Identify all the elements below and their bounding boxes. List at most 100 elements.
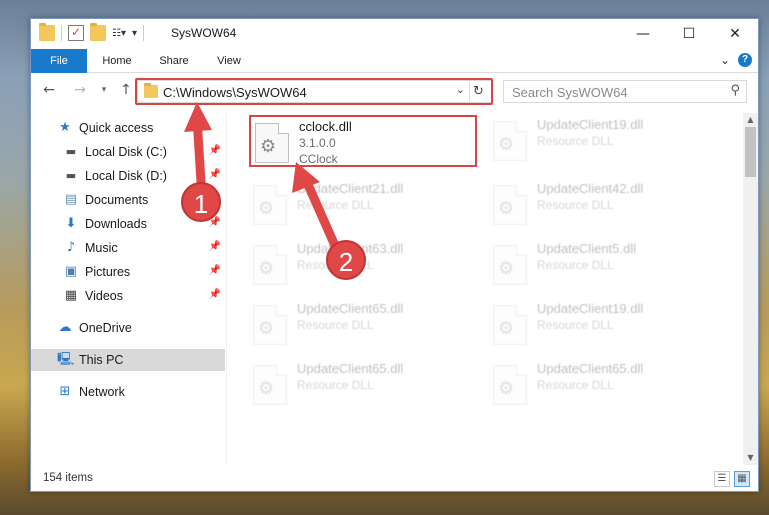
gear-icon: ⚙ xyxy=(498,258,515,279)
pin-icon[interactable]: 📌 xyxy=(209,145,221,156)
maximize-button[interactable]: ☐ xyxy=(666,19,712,49)
back-button[interactable]: ← xyxy=(40,81,58,99)
window-controls: — ☐ ✕ xyxy=(620,19,758,49)
details-view-icon[interactable]: ☰ xyxy=(714,471,730,487)
search-icon[interactable]: ⚲ xyxy=(730,83,740,98)
pin-icon[interactable]: 📌 xyxy=(209,265,221,276)
dll-file-icon: ⚙ xyxy=(493,245,527,285)
pin-icon[interactable]: 📌 xyxy=(209,169,221,180)
scroll-up-icon[interactable]: ▲ xyxy=(743,113,758,127)
vertical-scrollbar[interactable]: ▲ ▼ xyxy=(743,113,758,465)
sidebar-item-label: Music xyxy=(85,241,118,255)
status-bar: 154 items ☰ ▦ xyxy=(31,467,758,491)
dll-file-icon: ⚙ xyxy=(253,185,287,225)
divider xyxy=(143,25,145,41)
gear-icon: ⚙ xyxy=(498,378,515,399)
gear-icon: ⚙ xyxy=(258,378,275,399)
navigation-pane: ★ Quick access ▬ Local Disk (C:) 📌 ▬ Loc… xyxy=(31,113,225,465)
expand-ribbon-icon[interactable]: ⌄ xyxy=(720,53,730,67)
new-folder-icon[interactable] xyxy=(90,23,106,41)
gear-icon: ⚙ xyxy=(498,134,515,155)
up-button[interactable]: ↑ xyxy=(117,81,135,99)
tab-share[interactable]: Share xyxy=(152,49,196,73)
dll-file-icon: ⚙ xyxy=(493,121,527,161)
search-input[interactable] xyxy=(512,82,722,102)
gear-icon: ⚙ xyxy=(258,318,275,339)
close-button[interactable]: ✕ xyxy=(712,19,758,49)
dll-file-icon: ⚙ xyxy=(253,365,287,405)
file-item[interactable]: ⚙ UpdateClient65.dll Resource DLL xyxy=(249,299,477,351)
file-item[interactable]: ⚙ UpdateClient21.dll Resource DLL xyxy=(249,179,477,231)
sidebar-item-music[interactable]: ♪ Music 📌 xyxy=(31,237,225,259)
dll-file-icon: ⚙ xyxy=(255,123,289,163)
sidebar-item-network[interactable]: ⊞ Network xyxy=(31,381,225,403)
folder-icon[interactable] xyxy=(39,23,55,41)
sidebar-item-quick-access[interactable]: ★ Quick access xyxy=(31,117,225,139)
sidebar-item-videos[interactable]: ▦ Videos 📌 xyxy=(31,285,225,307)
file-item[interactable]: ⚙ UpdateClient42.dll Resource DLL xyxy=(489,179,717,231)
tiles-view-icon[interactable]: ▦ xyxy=(734,471,750,487)
file-name: UpdateClient19.dll xyxy=(537,117,644,132)
file-item[interactable]: ⚙ UpdateClient19.dll Resource DLL xyxy=(489,299,717,351)
toolbar-dropdown-icon[interactable]: ▾ xyxy=(132,28,137,39)
pane-divider[interactable] xyxy=(226,113,227,465)
sidebar-item-label: Pictures xyxy=(85,265,131,279)
sidebar-item-pictures[interactable]: ▣ Pictures 📌 xyxy=(31,261,225,283)
sidebar-item-label: Local Disk (C:) xyxy=(85,145,167,159)
drive-icon: ▬ xyxy=(65,145,77,158)
tab-file[interactable]: File xyxy=(31,49,87,73)
sidebar-item-onedrive[interactable]: ☁ OneDrive xyxy=(31,317,225,339)
file-item[interactable]: ⚙ UpdateClient65.dll Resource DLL xyxy=(489,359,717,411)
search-box[interactable]: ⚲ xyxy=(503,80,747,103)
tab-home[interactable]: Home xyxy=(95,49,139,73)
scrollbar-thumb[interactable] xyxy=(745,127,756,177)
view-switcher: ☰ ▦ xyxy=(714,471,750,487)
dll-file-icon: ⚙ xyxy=(493,365,527,405)
cloud-icon: ☁ xyxy=(58,320,72,335)
star-icon: ★ xyxy=(59,120,71,135)
sidebar-item-label: This PC xyxy=(79,353,124,367)
properties-icon[interactable] xyxy=(68,25,84,41)
network-icon: ⊞ xyxy=(59,384,71,399)
sidebar-item-label: Quick access xyxy=(79,121,154,135)
recent-locations-icon[interactable]: ▾ xyxy=(95,81,113,99)
file-name: UpdateClient5.dll xyxy=(537,241,637,256)
address-highlight-box xyxy=(135,78,493,105)
sidebar-item-label: OneDrive xyxy=(79,321,132,335)
scroll-down-icon[interactable]: ▼ xyxy=(743,451,758,465)
file-name: UpdateClient65.dll xyxy=(297,361,404,376)
download-icon: ⬇ xyxy=(65,216,77,231)
gear-icon: ⚙ xyxy=(498,198,515,219)
item-count: 154 items xyxy=(43,472,93,484)
gear-icon: ⚙ xyxy=(258,258,275,279)
file-item-cclock[interactable]: ⚙ cclock.dll 3.1.0.0 CClock xyxy=(249,115,477,167)
forward-button[interactable]: → xyxy=(71,81,89,99)
minimize-button[interactable]: — xyxy=(620,19,666,49)
help-icon[interactable]: ? xyxy=(738,53,752,67)
file-version: 3.1.0.0 xyxy=(299,136,336,150)
customize-toolbar-icon[interactable]: ☷▾ xyxy=(112,28,126,39)
divider xyxy=(61,25,62,41)
file-description: Resource DLL xyxy=(297,198,374,212)
file-name: UpdateClient65.dll xyxy=(537,361,644,376)
ribbon-right: ⌄ ? xyxy=(720,53,752,67)
file-name: UpdateClient65.dll xyxy=(297,301,404,316)
file-item[interactable]: ⚙ UpdateClient65.dll Resource DLL xyxy=(249,359,477,411)
file-name: UpdateClient19.dll xyxy=(537,301,644,316)
sidebar-item-local-disk-c[interactable]: ▬ Local Disk (C:) 📌 xyxy=(31,141,225,163)
drive-icon: ▬ xyxy=(65,169,77,182)
file-item[interactable]: ⚙ UpdateClient19.dll Resource DLL xyxy=(489,115,717,167)
sidebar-item-this-pc[interactable]: 🖳 This PC xyxy=(31,349,225,371)
music-icon: ♪ xyxy=(66,240,76,255)
file-description: Resource DLL xyxy=(537,378,614,392)
tab-view[interactable]: View xyxy=(209,49,249,73)
file-item[interactable]: ⚙ UpdateClient5.dll Resource DLL xyxy=(489,239,717,291)
pin-icon[interactable]: 📌 xyxy=(209,289,221,300)
pin-icon[interactable]: 📌 xyxy=(209,241,221,252)
file-name: UpdateClient21.dll xyxy=(297,181,404,196)
window-title: SysWOW64 xyxy=(171,26,237,40)
file-description: Resource DLL xyxy=(297,378,374,392)
title-bar: ☷▾ ▾ SysWOW64 — ☐ ✕ xyxy=(31,19,758,49)
file-list: ⚙ cclock.dll 3.1.0.0 CClock ⚙ UpdateClie… xyxy=(229,109,743,465)
file-description: CClock xyxy=(299,152,338,166)
